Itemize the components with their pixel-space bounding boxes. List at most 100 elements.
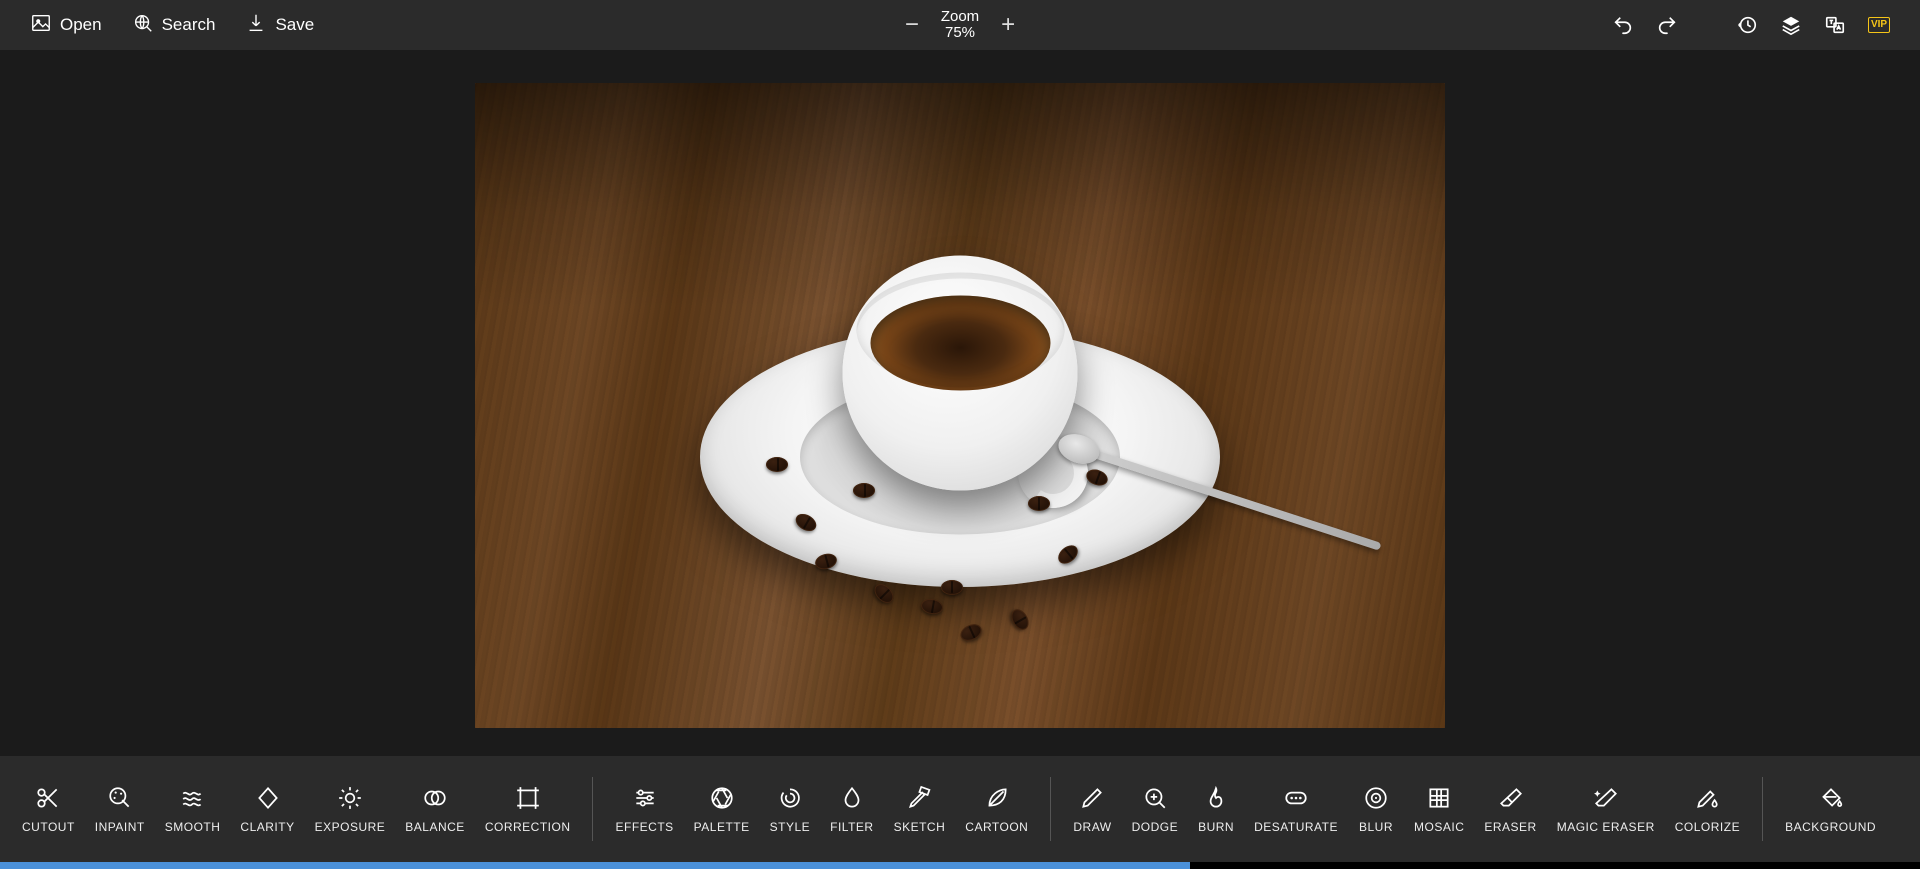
top-left-group: Open Search Save — [30, 12, 314, 39]
tool-cutout[interactable]: CUTOUT — [12, 784, 85, 834]
open-label: Open — [60, 15, 102, 35]
tool-label: ERASER — [1484, 820, 1536, 834]
zoom-value: 75% — [941, 25, 979, 42]
tool-group-adjust: CUTOUT INPAINT SMOOTH CLARITY EXPOSURE BALANC… — [12, 784, 580, 834]
separator — [592, 777, 593, 841]
tool-exposure[interactable]: EXPOSURE — [305, 784, 396, 834]
aperture-icon — [708, 784, 736, 812]
tool-group-effects: EFFECTS PALETTE STYLE FILTER SKETCH CARTOON — [605, 784, 1038, 834]
tool-burn[interactable]: BURN — [1188, 784, 1244, 834]
tool-desaturate[interactable]: DESATURATE — [1244, 784, 1348, 834]
flame-icon — [1202, 784, 1230, 812]
tool-palette[interactable]: PALETTE — [684, 784, 760, 834]
pencil-ruler-icon — [905, 784, 933, 812]
tool-balance[interactable]: BALANCE — [395, 784, 475, 834]
tool-draw[interactable]: DRAW — [1063, 784, 1121, 834]
sliders-icon — [631, 784, 659, 812]
save-button[interactable]: Save — [245, 12, 314, 39]
open-button[interactable]: Open — [30, 12, 102, 39]
grid-icon — [1425, 784, 1453, 812]
tool-label: BALANCE — [405, 820, 465, 834]
tool-label: CORRECTION — [485, 820, 571, 834]
tool-colorize[interactable]: COLORIZE — [1665, 784, 1750, 834]
zoom-display: Zoom 75% — [941, 9, 979, 42]
tool-label: CLARITY — [240, 820, 294, 834]
tool-label: BURN — [1198, 820, 1234, 834]
scissors-icon — [34, 784, 62, 812]
tool-label: DRAW — [1073, 820, 1111, 834]
tool-dodge[interactable]: DODGE — [1122, 784, 1189, 834]
drop-icon — [838, 784, 866, 812]
tool-label: FILTER — [830, 820, 873, 834]
tool-smooth[interactable]: SMOOTH — [155, 784, 231, 834]
tool-style[interactable]: STYLE — [760, 784, 821, 834]
tool-label: BLUR — [1359, 820, 1393, 834]
tool-label: PALETTE — [694, 820, 750, 834]
translate-button[interactable] — [1824, 14, 1846, 36]
top-right-group: VIP — [1612, 14, 1890, 36]
zoom-in-button[interactable]: + — [1001, 11, 1015, 39]
tool-mosaic[interactable]: MOSAIC — [1404, 784, 1474, 834]
history-button[interactable] — [1736, 14, 1758, 36]
save-label: Save — [275, 15, 314, 35]
tool-magic-eraser[interactable]: MAGIC ERASER — [1547, 784, 1665, 834]
tool-cartoon[interactable]: CARTOON — [955, 784, 1038, 834]
pencil-icon — [1078, 784, 1106, 812]
tool-clarity[interactable]: CLARITY — [230, 784, 304, 834]
tool-label: INPAINT — [95, 820, 145, 834]
tool-effects[interactable]: EFFECTS — [605, 784, 683, 834]
ellipsis-box-icon — [1282, 784, 1310, 812]
redo-button[interactable] — [1656, 14, 1678, 36]
top-toolbar: Open Search Save − Zoom 75% + VIP — [0, 0, 1920, 50]
pencil-drop-icon — [1693, 784, 1721, 812]
canvas-area[interactable] — [0, 50, 1920, 756]
tool-correction[interactable]: CORRECTION — [475, 784, 581, 834]
layers-button[interactable] — [1780, 14, 1802, 36]
download-icon — [245, 12, 267, 39]
edited-image[interactable] — [475, 83, 1445, 728]
zoom-controls: − Zoom 75% + — [905, 9, 1015, 42]
tool-label: DESATURATE — [1254, 820, 1338, 834]
waves-icon — [179, 784, 207, 812]
tool-label: MAGIC ERASER — [1557, 820, 1655, 834]
bottom-toolbar: CUTOUT INPAINT SMOOTH CLARITY EXPOSURE BALANC… — [0, 756, 1920, 862]
target-icon — [1362, 784, 1390, 812]
leaf-icon — [983, 784, 1011, 812]
sun-icon — [336, 784, 364, 812]
tool-label: MOSAIC — [1414, 820, 1464, 834]
eraser-icon — [1497, 784, 1525, 812]
tool-label: DODGE — [1132, 820, 1179, 834]
tool-sketch[interactable]: SKETCH — [884, 784, 956, 834]
vip-badge[interactable]: VIP — [1868, 17, 1890, 33]
tool-label: SKETCH — [894, 820, 946, 834]
swirl-icon — [776, 784, 804, 812]
search-label: Search — [162, 15, 216, 35]
magnify-plus-icon — [1141, 784, 1169, 812]
palette-brush-icon — [106, 784, 134, 812]
search-button[interactable]: Search — [132, 12, 216, 39]
tool-group-paint: DRAW DODGE BURN DESATURATE BLUR MOSAIC ERASER M… — [1063, 784, 1750, 834]
zoom-out-button[interactable]: − — [905, 11, 919, 39]
tool-label: EXPOSURE — [315, 820, 386, 834]
tool-blur[interactable]: BLUR — [1348, 784, 1404, 834]
venn-icon — [421, 784, 449, 812]
tool-label: EFFECTS — [615, 820, 673, 834]
separator — [1762, 777, 1763, 841]
tool-label: COLORIZE — [1675, 820, 1740, 834]
tool-label: CARTOON — [965, 820, 1028, 834]
separator — [1050, 777, 1051, 841]
image-icon — [30, 12, 52, 39]
tool-filter[interactable]: FILTER — [820, 784, 883, 834]
wand-eraser-icon — [1592, 784, 1620, 812]
tool-inpaint[interactable]: INPAINT — [85, 784, 155, 834]
tool-background[interactable]: BACKGROUND — [1775, 784, 1886, 834]
tool-label: BACKGROUND — [1785, 820, 1876, 834]
tool-eraser[interactable]: ERASER — [1474, 784, 1546, 834]
progress-strip[interactable] — [0, 862, 1190, 869]
zoom-text: Zoom — [941, 9, 979, 26]
tool-label: STYLE — [770, 820, 811, 834]
bucket-icon — [1817, 784, 1845, 812]
undo-button[interactable] — [1612, 14, 1634, 36]
crop-frame-icon — [514, 784, 542, 812]
diamond-icon — [254, 784, 282, 812]
